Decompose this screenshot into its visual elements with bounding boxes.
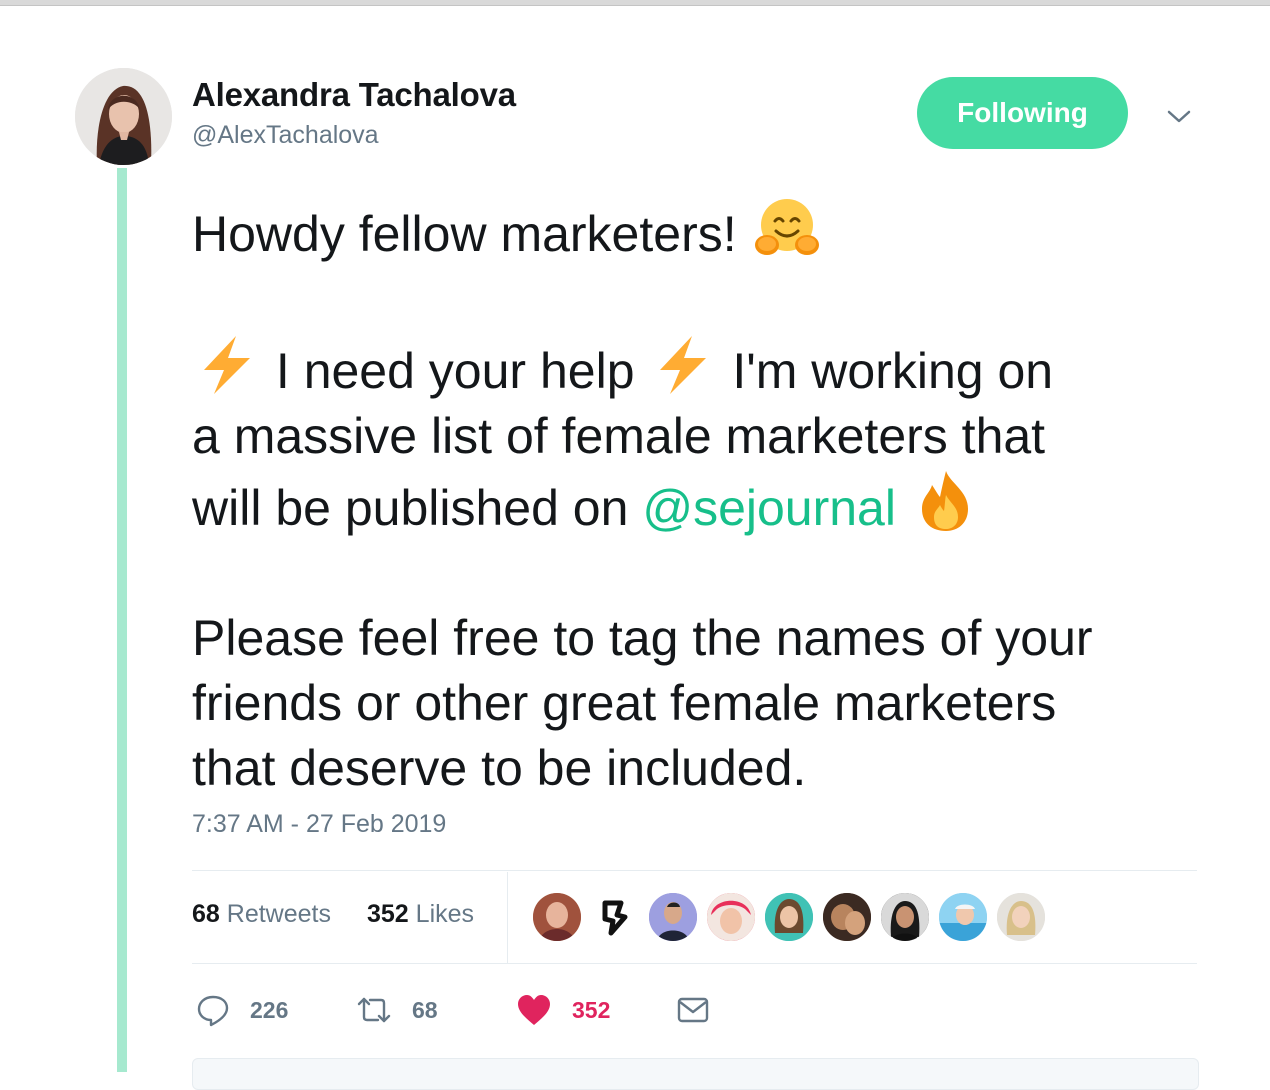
- fire-icon: [910, 469, 980, 533]
- likes-label: Likes: [415, 900, 475, 928]
- mention-link[interactable]: @sejournal: [642, 480, 896, 536]
- likes-stat[interactable]: 352 Likes: [367, 900, 474, 929]
- lightning-icon: [648, 332, 718, 396]
- reply-button[interactable]: 226: [196, 990, 288, 1030]
- envelope-icon: [677, 997, 709, 1023]
- divider: [507, 872, 508, 964]
- heart-icon: [518, 995, 550, 1025]
- liker-avatar[interactable]: [763, 891, 815, 943]
- liker-avatar[interactable]: [879, 891, 931, 943]
- tweet-line: that deserve to be included.: [192, 740, 807, 796]
- tweet-timestamp[interactable]: 7:37 AM - 27 Feb 2019: [192, 810, 446, 839]
- tweet-line: Howdy fellow marketers!: [192, 195, 1242, 267]
- chevron-down-icon[interactable]: [1164, 104, 1194, 128]
- liker-avatar[interactable]: [821, 891, 873, 943]
- window-top-border: [0, 0, 1270, 6]
- retweet-icon: [357, 997, 391, 1023]
- tweet-text-segment: I'm working on: [732, 343, 1054, 399]
- tweet-text: Howdy fellow marketers! I need your help: [192, 195, 1242, 801]
- reply-icon: [197, 995, 229, 1027]
- author-handle[interactable]: @AlexTachalova: [192, 121, 379, 150]
- tweet-text-segment: will be published on: [192, 480, 629, 536]
- like-button[interactable]: 352: [516, 990, 610, 1030]
- divider: [192, 870, 1197, 871]
- liker-avatar[interactable]: [995, 891, 1047, 943]
- direct-message-button[interactable]: [676, 990, 710, 1030]
- like-count: 352: [572, 996, 611, 1023]
- liker-avatar[interactable]: [647, 891, 699, 943]
- retweet-count: 68: [412, 996, 438, 1023]
- hugging-face-icon: [751, 195, 821, 259]
- thread-line: [117, 168, 127, 1072]
- tweet-line: will be published on @sejournal: [192, 469, 1242, 541]
- retweet-button[interactable]: 68: [356, 990, 438, 1030]
- author-avatar[interactable]: [75, 68, 172, 165]
- retweets-stat[interactable]: 68 Retweets: [192, 900, 331, 929]
- following-button[interactable]: Following: [917, 77, 1128, 149]
- tweet-text-segment: I need your help: [275, 343, 635, 399]
- divider: [192, 963, 1197, 964]
- lightning-icon: [192, 332, 262, 396]
- liker-avatar[interactable]: [531, 891, 583, 943]
- tweet-line: I need your help I'm working on: [192, 332, 1242, 404]
- reply-input[interactable]: [192, 1058, 1199, 1090]
- reply-count: 226: [250, 996, 289, 1023]
- author-name[interactable]: Alexandra Tachalova: [192, 76, 516, 114]
- tweet-line: friends or other great female marketers: [192, 675, 1057, 731]
- tweet-line: a massive list of female marketers that: [192, 408, 1046, 464]
- likes-count: 352: [367, 900, 409, 928]
- liker-avatar[interactable]: [705, 891, 757, 943]
- retweets-label: Retweets: [226, 900, 331, 928]
- tweet-text-segment: Howdy fellow marketers!: [192, 206, 737, 262]
- liker-avatar[interactable]: [589, 891, 641, 943]
- retweets-count: 68: [192, 900, 220, 928]
- tweet-line: Please feel free to tag the names of you…: [192, 610, 1093, 666]
- liker-avatar[interactable]: [937, 891, 989, 943]
